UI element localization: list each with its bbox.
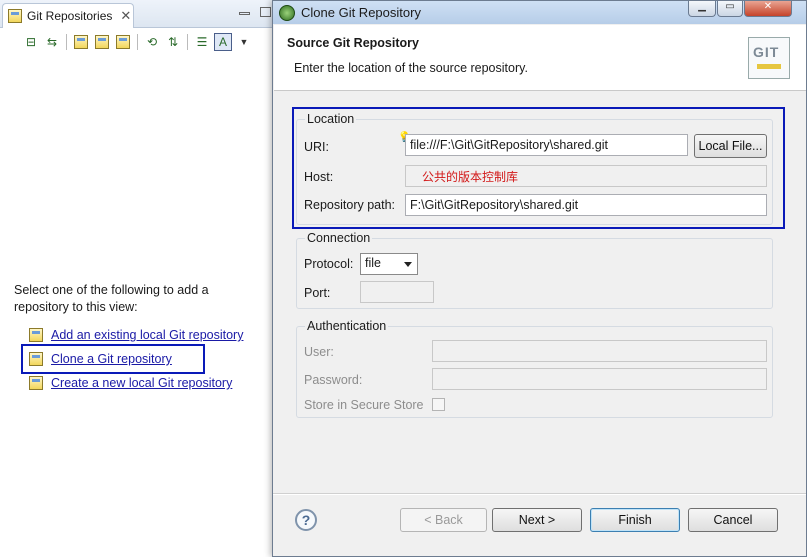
clone-repository-icon[interactable] — [93, 33, 111, 51]
protocol-select[interactable]: file — [360, 253, 418, 275]
secure-store-label: Store in Secure Store — [304, 398, 424, 412]
toolbar-separator — [66, 34, 67, 50]
dialog-titlebar[interactable]: Clone Git Repository ▁ ▭ ✕ — [273, 1, 806, 24]
window-maximize-icon[interactable]: ▭ — [717, 1, 743, 17]
collapse-all-icon[interactable]: ⊟ — [22, 33, 40, 51]
eclipse-icon — [279, 4, 295, 21]
clone-link-highlight — [21, 344, 205, 374]
button-bar-separator — [273, 493, 806, 495]
cancel-button[interactable]: Cancel — [688, 508, 778, 532]
synchronize-icon[interactable]: ⇅ — [164, 33, 182, 51]
list-item: Create a new local Git repository — [28, 375, 232, 391]
link-with-selection-icon[interactable]: ⇆ — [43, 33, 61, 51]
protocol-value: file — [365, 256, 381, 270]
protocol-label: Protocol: — [304, 257, 354, 271]
password-label: Password: — [304, 373, 363, 387]
view-toolbar: ⊟ ⇆ ⟲ ⇅ ☰ A ▼ — [22, 32, 253, 52]
wizard-header: Source Git Repository Enter the location… — [274, 25, 806, 91]
next-button[interactable]: Next > — [492, 508, 582, 532]
create-repository-link[interactable]: Create a new local Git repository — [51, 376, 232, 390]
maximize-icon[interactable] — [260, 7, 271, 17]
show-details-icon[interactable]: A — [214, 33, 232, 51]
user-input[interactable] — [432, 340, 767, 362]
add-existing-repository-link[interactable]: Add an existing local Git repository — [51, 328, 243, 342]
authentication-legend: Authentication — [305, 319, 389, 333]
list-item: Add an existing local Git repository — [28, 327, 243, 343]
toolbar-separator — [187, 34, 188, 50]
git-repositories-view: Git Repositories ✕ ⊟ ⇆ ⟲ ⇅ ☰ A ▼ Select … — [0, 0, 280, 557]
create-repository-icon[interactable] — [114, 33, 132, 51]
window-close-icon[interactable]: ✕ — [744, 1, 792, 17]
secure-store-checkbox[interactable] — [432, 398, 445, 411]
back-button[interactable]: < Back — [400, 508, 487, 532]
window-minimize-icon[interactable]: ▁ — [688, 1, 716, 17]
dialog-title: Clone Git Repository — [301, 5, 421, 20]
help-icon[interactable]: ? — [295, 509, 317, 531]
toolbar-separator — [137, 34, 138, 50]
tab-label: Git Repositories — [27, 9, 113, 23]
password-input[interactable] — [432, 368, 767, 390]
tab-git-repositories[interactable]: Git Repositories ✕ — [2, 3, 134, 28]
clone-git-repository-dialog: Clone Git Repository ▁ ▭ ✕ Source Git Re… — [272, 0, 807, 557]
finish-button[interactable]: Finish — [590, 508, 680, 532]
connection-legend: Connection — [305, 231, 373, 245]
intro-text: Select one of the following to add a rep… — [14, 283, 209, 314]
user-label: User: — [304, 345, 334, 359]
authentication-group: Authentication User: Password: Store in … — [296, 319, 773, 418]
git-logo-icon: GIT — [748, 37, 790, 79]
location-highlight — [292, 107, 785, 229]
chevron-down-icon — [404, 262, 412, 267]
view-tab-bar: Git Repositories ✕ — [0, 0, 280, 28]
refresh-icon[interactable]: ⟲ — [143, 33, 161, 51]
close-icon[interactable]: ✕ — [120, 8, 131, 24]
wizard-page-description: Enter the location of the source reposit… — [294, 61, 528, 75]
git-repositories-icon — [7, 8, 23, 24]
hierarchical-layout-icon[interactable]: ☰ — [193, 33, 211, 51]
create-repository-icon — [28, 375, 44, 391]
add-repository-icon — [28, 327, 44, 343]
connection-group: Connection Protocol: file Port: — [296, 231, 773, 309]
port-label: Port: — [304, 286, 331, 300]
view-menu-chevron-down-icon[interactable]: ▼ — [235, 33, 253, 51]
port-input[interactable] — [360, 281, 434, 303]
minimize-icon[interactable] — [239, 12, 250, 15]
add-repository-icon[interactable] — [72, 33, 90, 51]
wizard-page-title: Source Git Repository — [287, 36, 419, 50]
